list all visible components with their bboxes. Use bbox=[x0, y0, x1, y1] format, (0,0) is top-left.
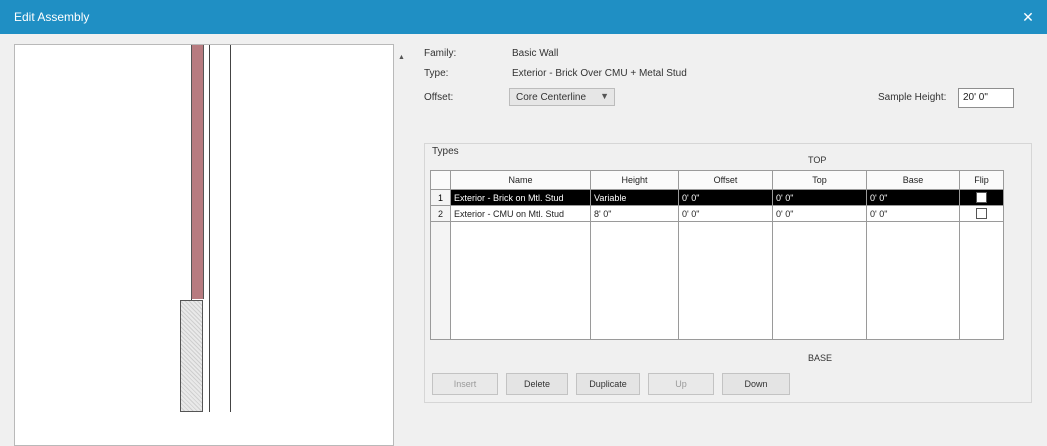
type-value: Exterior - Brick Over CMU + Metal Stud bbox=[512, 68, 687, 79]
cell-flip[interactable] bbox=[959, 205, 1004, 222]
sample-height-label: Sample Height: bbox=[878, 92, 947, 103]
table-row[interactable]: 2 Exterior - CMU on Mtl. Stud 8' 0" 0' 0… bbox=[430, 205, 1004, 222]
cell-base[interactable]: 0' 0" bbox=[866, 205, 960, 222]
bottom-edge-label: BASE bbox=[808, 353, 833, 363]
chevron-down-icon: ▼ bbox=[600, 91, 609, 101]
wall-layer-cmu bbox=[180, 300, 203, 412]
table-empty-area bbox=[430, 221, 1004, 340]
column-header-name[interactable]: Name bbox=[450, 170, 591, 190]
cell-top[interactable]: 0' 0" bbox=[772, 189, 867, 206]
column-header-base[interactable]: Base bbox=[866, 170, 960, 190]
cell-name[interactable]: Exterior - Brick on Mtl. Stud bbox=[450, 189, 591, 206]
wall-layer-brick bbox=[191, 45, 204, 299]
flip-checkbox[interactable] bbox=[976, 192, 987, 204]
title-bar: Edit Assembly ✕ bbox=[0, 0, 1047, 34]
column-header-offset[interactable]: Offset bbox=[678, 170, 773, 190]
sample-height-input[interactable]: 20' 0" bbox=[958, 88, 1014, 108]
close-icon[interactable]: ✕ bbox=[1019, 8, 1037, 26]
family-value: Basic Wall bbox=[512, 48, 559, 59]
delete-button[interactable]: Delete bbox=[506, 373, 568, 395]
cell-height[interactable]: 8' 0" bbox=[590, 205, 679, 222]
top-edge-label: TOP bbox=[808, 155, 827, 165]
table-header-row: Name Height Offset Top Base Flip bbox=[430, 170, 1004, 190]
insert-button[interactable]: Insert bbox=[432, 373, 498, 395]
cell-flip[interactable] bbox=[959, 189, 1004, 206]
cell-height[interactable]: Variable bbox=[590, 189, 679, 206]
duplicate-button[interactable]: Duplicate bbox=[576, 373, 640, 395]
cell-top[interactable]: 0' 0" bbox=[772, 205, 867, 222]
offset-dropdown[interactable]: Core Centerline ▼ bbox=[509, 88, 615, 106]
row-number[interactable]: 2 bbox=[430, 205, 451, 222]
cell-name[interactable]: Exterior - CMU on Mtl. Stud bbox=[450, 205, 591, 222]
column-header-index bbox=[430, 170, 451, 190]
flip-checkbox[interactable] bbox=[976, 208, 987, 220]
layers-group-label: Types bbox=[430, 146, 461, 157]
column-header-top[interactable]: Top bbox=[772, 170, 867, 190]
cell-base[interactable]: 0' 0" bbox=[866, 189, 960, 206]
offset-label: Offset: bbox=[424, 92, 454, 103]
row-number[interactable]: 1 bbox=[430, 189, 451, 206]
family-label: Family: bbox=[424, 48, 457, 59]
wall-line-stud-outer bbox=[209, 45, 210, 412]
layers-table: Name Height Offset Top Base Flip 1 Exter… bbox=[430, 170, 1004, 340]
up-button[interactable]: Up bbox=[648, 373, 714, 395]
scroll-up-icon[interactable]: ▲ bbox=[398, 54, 405, 61]
cell-offset[interactable]: 0' 0" bbox=[678, 205, 773, 222]
wall-line-stud-inner bbox=[230, 45, 231, 412]
type-label: Type: bbox=[424, 68, 449, 79]
column-header-flip[interactable]: Flip bbox=[959, 170, 1004, 190]
offset-dropdown-value: Core Centerline bbox=[516, 92, 587, 103]
cell-offset[interactable]: 0' 0" bbox=[678, 189, 773, 206]
wall-preview bbox=[14, 44, 394, 446]
down-button[interactable]: Down bbox=[722, 373, 790, 395]
column-header-height[interactable]: Height bbox=[590, 170, 679, 190]
table-row[interactable]: 1 Exterior - Brick on Mtl. Stud Variable… bbox=[430, 189, 1004, 206]
window-title: Edit Assembly bbox=[14, 10, 90, 24]
